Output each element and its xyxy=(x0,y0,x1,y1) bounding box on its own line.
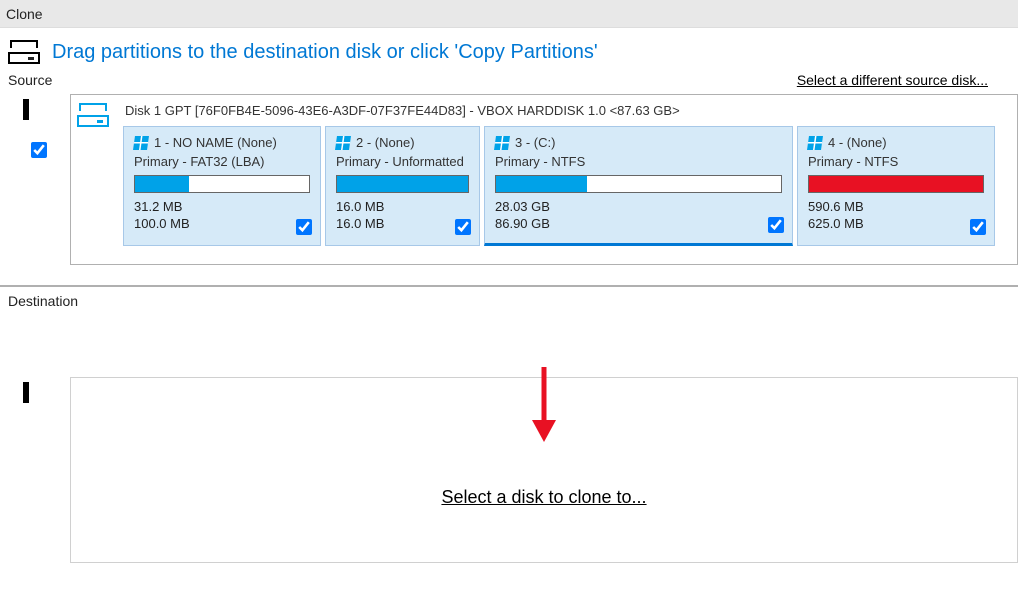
instruction-row: Drag partitions to the destination disk … xyxy=(0,28,1018,70)
partition-3[interactable]: 3 - (C:) Primary - NTFS 28.03 GB 86.90 G… xyxy=(484,126,793,246)
partition-4[interactable]: 4 - (None) Primary - NTFS 590.6 MB 625.0… xyxy=(797,126,995,246)
monitor-icon xyxy=(23,385,55,411)
windows-icon xyxy=(336,136,350,150)
source-body: Disk 1 GPT [76F0FB4E-5096-43E6-A3DF-07F3… xyxy=(0,94,1018,285)
source-header: Source Select a different source disk... xyxy=(0,70,1018,94)
partition-checkbox[interactable] xyxy=(970,219,986,235)
partition-title: 3 - (C:) xyxy=(515,135,555,150)
partition-checkbox[interactable] xyxy=(768,217,784,233)
disk-row: Disk 1 GPT [76F0FB4E-5096-43E6-A3DF-07F3… xyxy=(77,101,1017,246)
window-title: Clone xyxy=(6,6,43,22)
partition-total: 625.0 MB xyxy=(808,216,984,233)
partition-total: 16.0 MB xyxy=(336,216,469,233)
partition-used: 16.0 MB xyxy=(336,199,469,216)
partition-usage-bar xyxy=(495,175,782,193)
windows-icon xyxy=(495,136,509,150)
partition-subtitle: Primary - NTFS xyxy=(495,154,782,169)
partition-used: 31.2 MB xyxy=(134,199,310,216)
destination-label: Destination xyxy=(0,287,1018,309)
partition-total: 86.90 GB xyxy=(495,216,782,233)
partition-usage-bar xyxy=(134,175,310,193)
partition-title: 4 - (None) xyxy=(828,135,887,150)
partitions-row: 1 - NO NAME (None) Primary - FAT32 (LBA)… xyxy=(123,126,1017,246)
partition-subtitle: Primary - FAT32 (LBA) xyxy=(134,154,310,169)
partition-2[interactable]: 2 - (None) Primary - Unformatted 16.0 MB… xyxy=(325,126,480,246)
partition-checkbox[interactable] xyxy=(455,219,471,235)
destination-body: Select a disk to clone to... xyxy=(0,309,1018,563)
titlebar: Clone xyxy=(0,0,1018,28)
source-disk-area: Disk 1 GPT [76F0FB4E-5096-43E6-A3DF-07F3… xyxy=(70,94,1018,265)
partition-title: 1 - NO NAME (None) xyxy=(154,135,277,150)
partition-usage-bar xyxy=(336,175,469,193)
hdd-icon xyxy=(77,103,109,127)
select-destination-link[interactable]: Select a disk to clone to... xyxy=(441,487,646,508)
destination-left-controls xyxy=(8,377,70,563)
windows-icon xyxy=(808,136,822,150)
partition-title: 2 - (None) xyxy=(356,135,415,150)
partition-total: 100.0 MB xyxy=(134,216,310,233)
partition-subtitle: Primary - Unformatted xyxy=(336,154,469,169)
partition-1[interactable]: 1 - NO NAME (None) Primary - FAT32 (LBA)… xyxy=(123,126,321,246)
windows-icon xyxy=(134,136,148,150)
partition-checkbox[interactable] xyxy=(296,219,312,235)
disk-summary: Disk 1 GPT [76F0FB4E-5096-43E6-A3DF-07F3… xyxy=(123,101,1017,126)
partition-used: 590.6 MB xyxy=(808,199,984,216)
source-label: Source xyxy=(8,72,52,88)
partition-subtitle: Primary - NTFS xyxy=(808,154,984,169)
arrow-down-icon xyxy=(524,362,564,452)
hdd-icon xyxy=(8,40,40,64)
monitor-icon xyxy=(23,102,55,128)
destination-drop-area[interactable]: Select a disk to clone to... xyxy=(70,377,1018,563)
source-left-controls xyxy=(8,94,70,265)
select-different-source-link[interactable]: Select a different source disk... xyxy=(797,72,988,88)
source-disk-checkbox[interactable] xyxy=(31,142,47,158)
partition-used: 28.03 GB xyxy=(495,199,782,216)
instruction-text: Drag partitions to the destination disk … xyxy=(52,41,598,64)
partition-usage-bar xyxy=(808,175,984,193)
